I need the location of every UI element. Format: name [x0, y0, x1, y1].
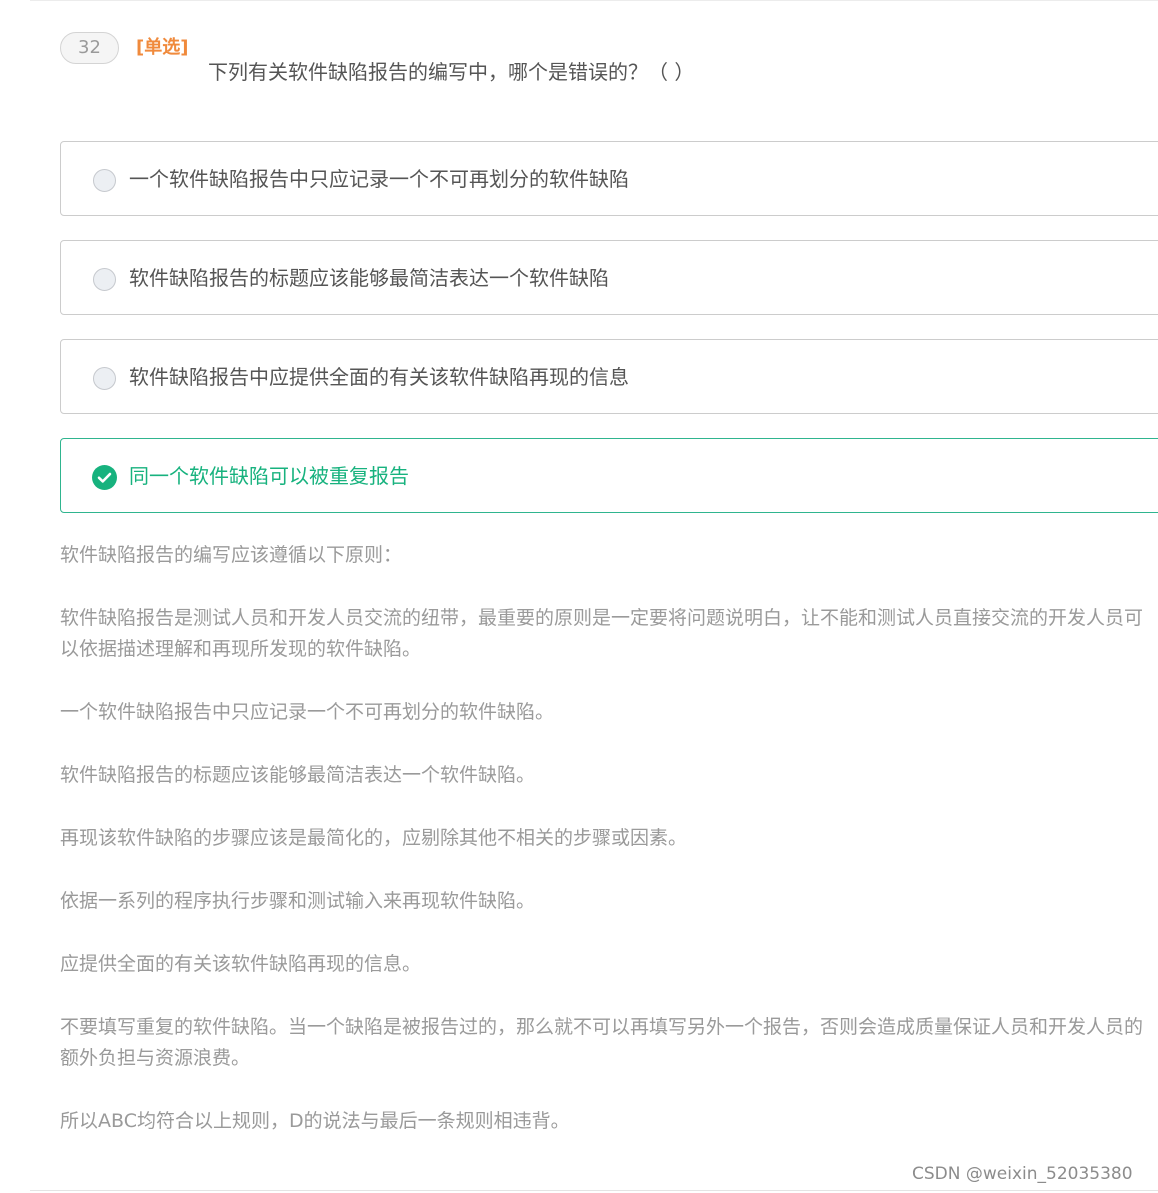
option-label: 一个软件缺陷报告中只应记录一个不可再划分的软件缺陷	[129, 167, 629, 191]
explanation-paragraph: 再现该软件缺陷的步骤应该是最简化的，应剔除其他不相关的步骤或因素。	[60, 827, 688, 849]
radio-circle-icon[interactable]	[93, 268, 116, 291]
top-divider	[30, 0, 1158, 1]
explanation-paragraph: 软件缺陷报告是测试人员和开发人员交流的纽带，最重要的原则是一定要将问题说明白，让…	[60, 607, 1144, 660]
explanation-paragraph: 不要填写重复的软件缺陷。当一个缺陷是被报告过的，那么就不可以再填写另外一个报告，…	[60, 1016, 1144, 1069]
radio-circle-icon[interactable]	[93, 169, 116, 192]
explanation-paragraph: 软件缺陷报告的编写应该遵循以下原则：	[60, 544, 403, 566]
watermark: CSDN @weixin_52035380	[912, 1164, 1133, 1184]
bottom-divider	[30, 1190, 1158, 1191]
question-type-label: [单选]	[136, 37, 189, 58]
option-b[interactable]: 软件缺陷报告的标题应该能够最简洁表达一个软件缺陷	[60, 240, 1158, 315]
radio-circle-icon[interactable]	[93, 367, 116, 390]
explanation-paragraph: 一个软件缺陷报告中只应记录一个不可再划分的软件缺陷。	[60, 701, 555, 723]
explanation-paragraph: 软件缺陷报告的标题应该能够最简洁表达一个软件缺陷。	[60, 764, 536, 786]
question-card: 32 [单选] 下列有关软件缺陷报告的编写中，哪个是错误的？（ ） 一个软件缺陷…	[0, 0, 1158, 1193]
option-c[interactable]: 软件缺陷报告中应提供全面的有关该软件缺陷再现的信息	[60, 339, 1158, 414]
explanation-paragraph: 所以ABC均符合以上规则，D的说法与最后一条规则相违背。	[60, 1110, 570, 1132]
check-circle-icon[interactable]	[92, 465, 117, 490]
option-a[interactable]: 一个软件缺陷报告中只应记录一个不可再划分的软件缺陷	[60, 141, 1158, 216]
question-text: 下列有关软件缺陷报告的编写中，哪个是错误的？（ ）	[208, 60, 695, 84]
option-label: 同一个软件缺陷可以被重复报告	[129, 464, 409, 488]
question-number-badge: 32	[60, 32, 119, 64]
explanation-paragraph: 应提供全面的有关该软件缺陷再现的信息。	[60, 953, 422, 975]
option-label: 软件缺陷报告的标题应该能够最简洁表达一个软件缺陷	[129, 266, 609, 290]
explanation-paragraph: 依据一系列的程序执行步骤和测试输入来再现软件缺陷。	[60, 890, 536, 912]
option-d[interactable]: 同一个软件缺陷可以被重复报告	[60, 438, 1158, 513]
option-label: 软件缺陷报告中应提供全面的有关该软件缺陷再现的信息	[129, 365, 629, 389]
answer-explanation: 软件缺陷报告的编写应该遵循以下原则： 软件缺陷报告是测试人员和开发人员交流的纽带…	[60, 540, 1158, 1169]
